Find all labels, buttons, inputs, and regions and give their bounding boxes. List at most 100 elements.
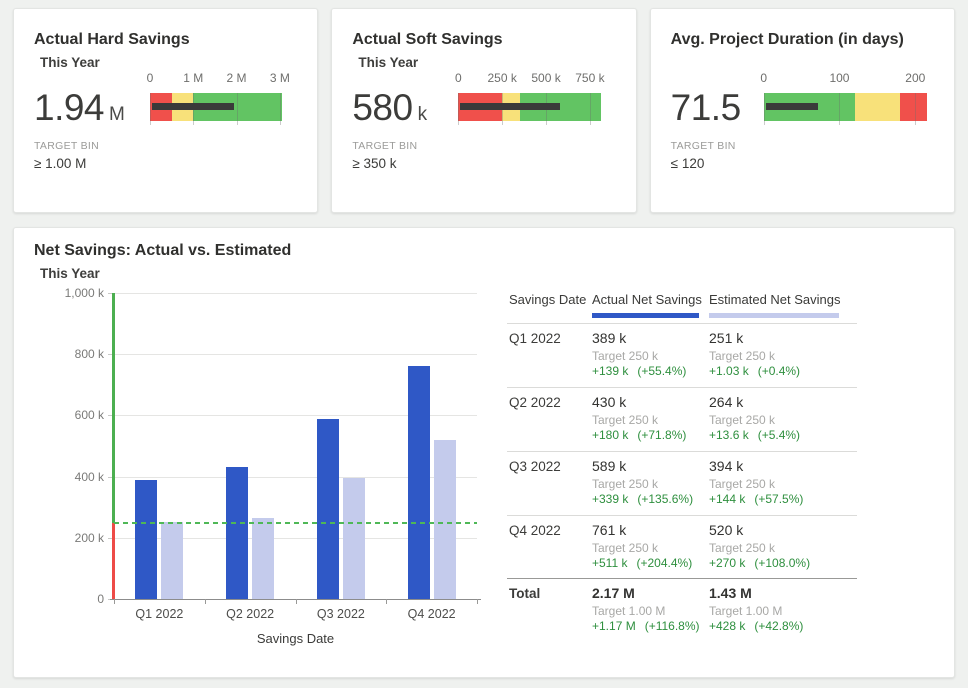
row-date: Q4 2022: [509, 523, 561, 538]
y-axis-label: 0: [28, 592, 104, 606]
kpi-value: 580 k: [352, 87, 427, 129]
kpi-value-number: 1.94: [34, 87, 104, 128]
bar-estimated-q4-2022[interactable]: [434, 440, 456, 599]
kpi-card-avg-project-duration[interactable]: Avg. Project Duration (in days) 71.5 010…: [650, 8, 955, 213]
bar-estimated-q2-2022[interactable]: [252, 518, 274, 599]
delta-percent: (+116.8%): [645, 619, 700, 633]
target-bin-label: TARGET BIN: [352, 140, 417, 152]
bullet-range-yellow: [855, 93, 900, 121]
target-line: [114, 522, 477, 524]
kpi-value: 71.5: [671, 87, 746, 129]
cell-target: Target 250 k: [709, 541, 775, 555]
row-date: Total: [509, 586, 540, 601]
delta-percent: (+108.0%): [754, 556, 810, 570]
bullet-measure-bar: [766, 103, 818, 110]
cell-value: 2.17 M: [592, 585, 635, 601]
x-axis-tick: [114, 599, 115, 604]
card-accent-bar: [651, 9, 954, 15]
dashboard: Actual Hard Savings This Year 1.94M 0 1 M…: [0, 0, 968, 688]
bullet-tick: [764, 93, 765, 125]
bar-actual-q3-2022[interactable]: [317, 419, 339, 599]
bullet-axis-label: 0: [455, 71, 462, 85]
delta-value: +511 k: [592, 556, 627, 570]
kpi-subtitle: This Year: [358, 55, 418, 70]
delta-percent: (+204.4%): [636, 556, 692, 570]
target-bin-label: TARGET BIN: [34, 140, 99, 152]
cell-delta: +511 k (+204.4%): [592, 556, 692, 570]
bullet-bar: [764, 93, 927, 121]
bar-actual-q1-2022[interactable]: [135, 480, 157, 599]
bar-actual-q2-2022[interactable]: [226, 467, 248, 599]
kpi-value-number: 580: [352, 87, 412, 128]
bullet-measure-bar: [152, 103, 234, 110]
legend-swatch-actual: [592, 313, 699, 318]
bullet-axis-label: 200: [905, 71, 925, 85]
delta-percent: (+55.4%): [637, 364, 686, 378]
savings-table: Savings DateActual Net SavingsEstimated …: [494, 282, 874, 672]
kpi-value-suffix: k: [418, 104, 428, 125]
gridline: [114, 354, 477, 355]
cell-target: Target 250 k: [709, 413, 775, 427]
delta-percent: (+71.8%): [637, 428, 686, 442]
target-bin-value: ≥ 1.00 M: [34, 156, 86, 171]
cell-delta: +428 k(+42.8%): [709, 619, 803, 633]
delta-percent: (+42.8%): [754, 619, 803, 633]
bullet-axis-label: 2 M: [227, 71, 247, 85]
table-separator: [507, 515, 857, 516]
cell-value: 264 k: [709, 394, 743, 410]
y-axis-label: 800 k: [28, 347, 104, 361]
bullet-tick: [458, 93, 459, 125]
cell-target: Target 250 k: [709, 349, 775, 363]
bullet-tick: [915, 93, 916, 125]
bullet-axis-label: 500 k: [531, 71, 560, 85]
cell-value: 589 k: [592, 458, 626, 474]
bar-estimated-q3-2022[interactable]: [343, 478, 365, 599]
bar-actual-q4-2022[interactable]: [408, 366, 430, 599]
row-date: Q3 2022: [509, 459, 561, 474]
cell-value: 761 k: [592, 522, 626, 538]
bullet-axis-label: 750 k: [575, 71, 604, 85]
kpi-row: Actual Hard Savings This Year 1.94M 0 1 M…: [13, 8, 955, 213]
cell-value: 389 k: [592, 330, 626, 346]
bullet-axis-label: 1 M: [183, 71, 203, 85]
y-axis-label: 200 k: [28, 531, 104, 545]
gridline: [114, 293, 477, 294]
table-row-q4-2022[interactable]: Q4 2022761 kTarget 250 k+511 k(+204.4%)5…: [494, 522, 874, 580]
row-date: Q2 2022: [509, 395, 561, 410]
target-bin-label: TARGET BIN: [671, 140, 736, 152]
table-row-total[interactable]: Total2.17 MTarget 1.00 M+1.17 M(+116.8%)…: [494, 585, 874, 643]
y-axis-line-red: [112, 523, 115, 600]
bullet-chart: 0250 k500 k750 k: [458, 71, 601, 131]
kpi-card-actual-soft-savings[interactable]: Actual Soft Savings This Year 580k 0250 …: [331, 8, 636, 213]
x-axis-tick: [477, 599, 478, 604]
bullet-chart: 0100200: [764, 71, 927, 131]
kpi-value-number: 71.5: [671, 87, 741, 128]
cell-target: Target 250 k: [592, 541, 658, 555]
cell-value: 251 k: [709, 330, 743, 346]
table-row-q2-2022[interactable]: Q2 2022430 kTarget 250 k+180 k(+71.8%)26…: [494, 394, 874, 452]
table-row-q3-2022[interactable]: Q3 2022589 kTarget 250 k+339 k(+135.6%)3…: [494, 458, 874, 516]
bullet-axis-label: 100: [829, 71, 849, 85]
table-row-q1-2022[interactable]: Q1 2022389 kTarget 250 k+139 k(+55.4%)25…: [494, 330, 874, 388]
bar-estimated-q1-2022[interactable]: [161, 522, 183, 599]
y-axis-label: 600 k: [28, 408, 104, 422]
bullet-tick: [280, 93, 281, 125]
table-separator: [507, 387, 857, 388]
table-separator: [507, 451, 857, 452]
target-bin-value: ≤ 120: [671, 156, 705, 171]
column-header-estimated-net-savings: Estimated Net Savings: [709, 292, 841, 307]
card-accent-bar: [332, 9, 635, 15]
bullet-bar: [458, 93, 601, 121]
x-axis-category-label: Q3 2022: [296, 607, 386, 621]
cell-delta: +144 k(+57.5%): [709, 492, 803, 506]
cell-delta: +339 k(+135.6%): [592, 492, 693, 506]
x-axis-category-label: Q2 2022: [205, 607, 295, 621]
kpi-title: Actual Hard Savings: [34, 31, 190, 49]
kpi-value: 1.94M: [34, 87, 125, 129]
x-axis-category-label: Q1 2022: [114, 607, 204, 621]
y-axis-label: 1,000 k: [28, 286, 104, 300]
y-axis-label: 400 k: [28, 470, 104, 484]
cell-value: 430 k: [592, 394, 626, 410]
kpi-card-actual-hard-savings[interactable]: Actual Hard Savings This Year 1.94M 01 M…: [13, 8, 318, 213]
delta-percent: (+57.5%): [754, 492, 803, 506]
